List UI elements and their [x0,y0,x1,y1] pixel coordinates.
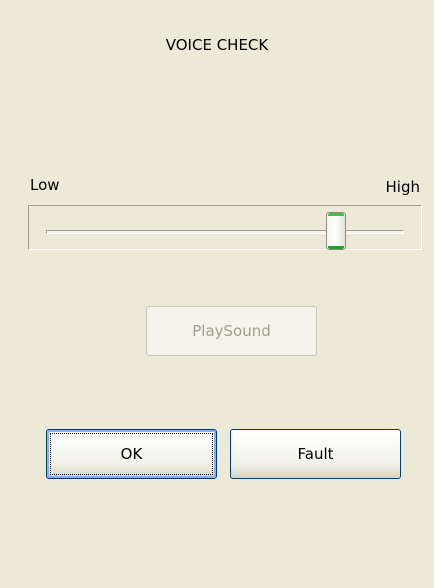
slider-low-label: Low [30,176,60,194]
ok-button-label: OK [50,433,213,475]
fault-button[interactable]: Fault [230,429,401,479]
ok-button[interactable]: OK [46,429,217,479]
dialog-title: VOICE CHECK [165,36,269,54]
slider-high-label: High [385,178,420,196]
slider-track[interactable] [46,230,404,234]
play-sound-button[interactable]: PlaySound [146,306,317,356]
slider-thumb[interactable] [325,212,346,250]
volume-slider[interactable] [28,205,422,250]
